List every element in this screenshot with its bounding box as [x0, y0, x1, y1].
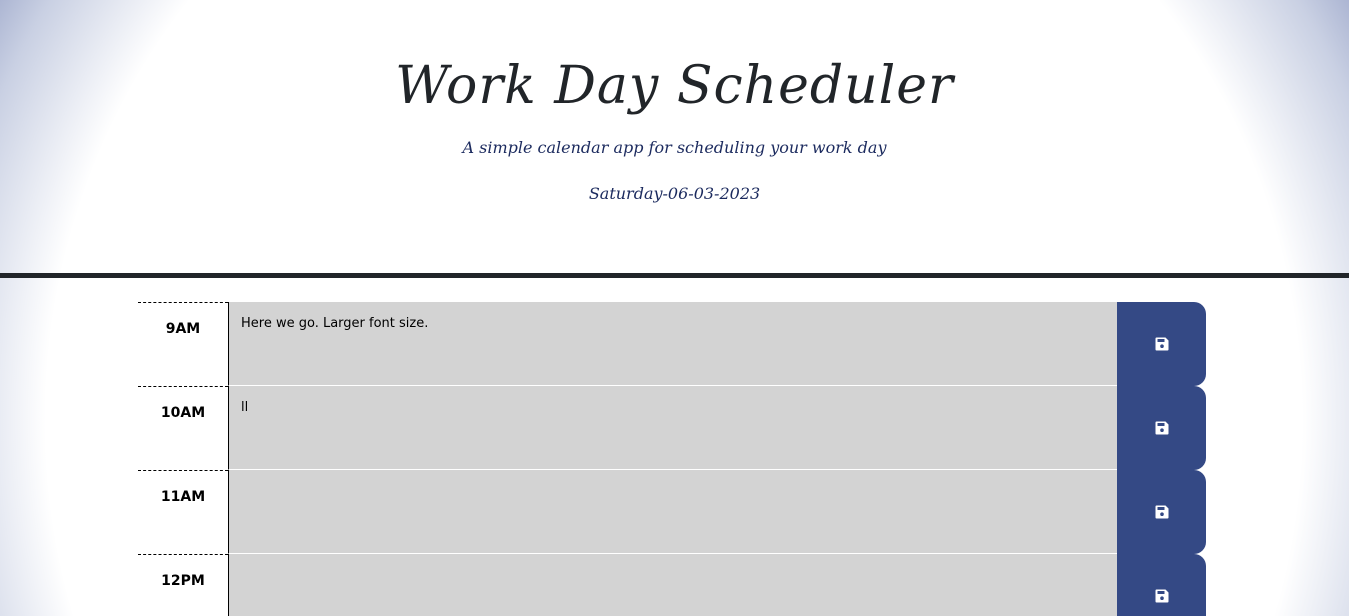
save-icon — [1155, 421, 1168, 435]
save-icon — [1155, 505, 1168, 519]
time-block-9am: 9AM Here we go. Larger font size. — [138, 302, 1207, 386]
save-button[interactable] — [1117, 386, 1206, 470]
hour-label: 11AM — [138, 470, 228, 554]
event-description-input[interactable]: Here we go. Larger font size. — [228, 302, 1117, 386]
hour-label: 9AM — [138, 302, 228, 386]
event-description-input[interactable] — [228, 554, 1117, 616]
save-icon — [1155, 589, 1168, 603]
current-day: Saturday-06-03-2023 — [588, 184, 761, 203]
save-button[interactable] — [1117, 302, 1206, 386]
event-description-input[interactable] — [228, 470, 1117, 554]
header-divider — [0, 273, 1349, 278]
time-blocks-container: 9AM Here we go. Larger font size. 10AM l… — [138, 302, 1207, 616]
page-subtitle: A simple calendar app for scheduling you… — [462, 138, 887, 157]
time-block-12pm: 12PM — [138, 554, 1207, 616]
save-icon — [1155, 337, 1168, 351]
header: Work Day Scheduler A simple calendar app… — [0, 0, 1349, 273]
save-button[interactable] — [1117, 470, 1206, 554]
time-block-11am: 11AM — [138, 470, 1207, 554]
save-button[interactable] — [1117, 554, 1206, 616]
event-description-input[interactable]: ll — [228, 386, 1117, 470]
hour-label: 10AM — [138, 386, 228, 470]
page-title: Work Day Scheduler — [395, 56, 954, 116]
hour-label: 12PM — [138, 554, 228, 616]
time-block-10am: 10AM ll — [138, 386, 1207, 470]
